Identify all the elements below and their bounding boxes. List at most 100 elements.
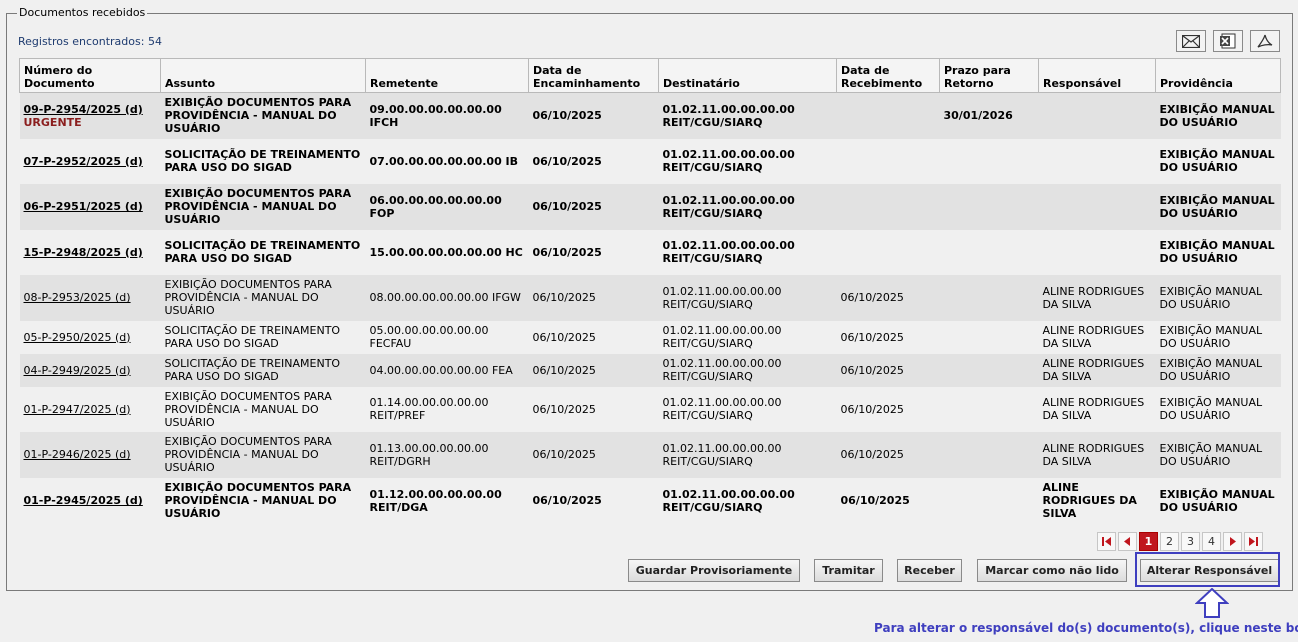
doc-number-link[interactable]: 05-P-2950/2025 (d) bbox=[24, 331, 131, 344]
table-row[interactable]: 01-P-2947/2025 (d) EXIBIÇÃO DOCUMENTOS PA… bbox=[19, 386, 1281, 432]
doc-number-link[interactable]: 15-P-2948/2025 (d) bbox=[24, 246, 143, 259]
recipient-cell: 01.02.11.00.00.00.00 REIT/CGU/SIARQ bbox=[658, 138, 837, 184]
action-cell: EXIBIÇÃO MANUAL DO USUÁRIO bbox=[1155, 229, 1281, 275]
doc-number-link[interactable]: 08-P-2953/2025 (d) bbox=[24, 291, 131, 304]
table-row[interactable]: 09-P-2954/2025 (d) URGENTE EXIBIÇÃO DOCUME… bbox=[19, 92, 1281, 139]
email-icon bbox=[1182, 34, 1200, 48]
col-header[interactable]: Data de Recebimento bbox=[836, 58, 940, 93]
doc-number-cell: 07-P-2952/2025 (d) bbox=[19, 138, 161, 184]
action-cell: EXIBIÇÃO MANUAL DO USUÁRIO bbox=[1155, 431, 1281, 478]
table-row[interactable]: 06-P-2951/2025 (d) EXIBIÇÃO DOCUMENTOS PA… bbox=[19, 183, 1281, 230]
table-row[interactable]: 07-P-2952/2025 (d) SOLICITAÇÃO DE TREINAM… bbox=[19, 138, 1281, 184]
forward-button[interactable]: Tramitar bbox=[814, 559, 883, 582]
action-cell: EXIBIÇÃO MANUAL DO USUÁRIO bbox=[1155, 353, 1281, 387]
deadline-cell bbox=[939, 320, 1039, 354]
recipient-cell: 01.02.11.00.00.00.00 REIT/CGU/SIARQ bbox=[658, 92, 837, 139]
last-page-icon[interactable] bbox=[1244, 532, 1263, 551]
page-link[interactable]: 4 bbox=[1202, 532, 1221, 551]
received-date-cell: 06/10/2025 bbox=[836, 477, 940, 524]
next-page-icon[interactable] bbox=[1223, 532, 1242, 551]
forward-date-cell: 06/10/2025 bbox=[528, 353, 659, 387]
doc-number-link[interactable]: 01-P-2946/2025 (d) bbox=[24, 448, 131, 461]
subject-cell: EXIBIÇÃO DOCUMENTOS PARA PROVIDÊNCIA - M… bbox=[160, 274, 366, 321]
deadline-cell: 30/01/2026 bbox=[939, 92, 1039, 139]
action-cell: EXIBIÇÃO MANUAL DO USUÁRIO bbox=[1155, 386, 1281, 432]
page-link[interactable]: 1 bbox=[1139, 532, 1158, 551]
sender-cell: 15.00.00.00.00.00.00 HC bbox=[365, 229, 529, 275]
table-row[interactable]: 15-P-2948/2025 (d) SOLICITAÇÃO DE TREINAM… bbox=[19, 229, 1281, 275]
subject-cell: SOLICITAÇÃO DE TREINAMENTO PARA USO DO S… bbox=[160, 138, 366, 184]
col-header[interactable]: Número do Documento bbox=[19, 58, 161, 93]
doc-number-cell: 01-P-2946/2025 (d) bbox=[19, 431, 161, 478]
page-link[interactable]: 3 bbox=[1181, 532, 1200, 551]
save-draft-button[interactable]: Guardar Provisoriamente bbox=[628, 559, 800, 582]
forward-date-cell: 06/10/2025 bbox=[528, 229, 659, 275]
table-row[interactable]: 01-P-2945/2025 (d) EXIBIÇÃO DOCUMENTOS PA… bbox=[19, 477, 1281, 524]
col-header[interactable]: Assunto bbox=[160, 58, 366, 93]
receive-button[interactable]: Receber bbox=[897, 559, 962, 582]
action-cell: EXIBIÇÃO MANUAL DO USUÁRIO bbox=[1155, 274, 1281, 321]
deadline-cell bbox=[939, 229, 1039, 275]
owner-cell: ALINE RODRIGUES DA SILVA bbox=[1038, 274, 1156, 321]
action-cell: EXIBIÇÃO MANUAL DO USUÁRIO bbox=[1155, 183, 1281, 230]
table-row[interactable]: 04-P-2949/2025 (d) SOLICITAÇÃO DE TREINAM… bbox=[19, 353, 1281, 387]
owner-cell bbox=[1038, 183, 1156, 230]
forward-date-cell: 06/10/2025 bbox=[528, 92, 659, 139]
owner-cell bbox=[1038, 229, 1156, 275]
documents-fieldset: Documentos recebidos Registros encontrad… bbox=[6, 6, 1293, 591]
col-header[interactable]: Providência bbox=[1155, 58, 1281, 93]
forward-date-cell: 06/10/2025 bbox=[528, 274, 659, 321]
received-date-cell: 06/10/2025 bbox=[836, 320, 940, 354]
owner-cell bbox=[1038, 92, 1156, 139]
deadline-cell bbox=[939, 183, 1039, 230]
prev-page-icon[interactable] bbox=[1118, 532, 1137, 551]
excel-icon bbox=[1220, 33, 1236, 49]
subject-cell: EXIBIÇÃO DOCUMENTOS PARA PROVIDÊNCIA - M… bbox=[160, 92, 366, 139]
doc-number-cell: 08-P-2953/2025 (d) bbox=[19, 274, 161, 321]
col-header[interactable]: Responsável bbox=[1038, 58, 1156, 93]
excel-export-button[interactable] bbox=[1213, 30, 1243, 52]
recipient-cell: 01.02.11.00.00.00.00 REIT/CGU/SIARQ bbox=[658, 386, 837, 432]
doc-number-link[interactable]: 09-P-2954/2025 (d) bbox=[24, 103, 143, 116]
table-row[interactable]: 08-P-2953/2025 (d) EXIBIÇÃO DOCUMENTOS PA… bbox=[19, 274, 1281, 321]
sender-cell: 09.00.00.00.00.00.00 IFCH bbox=[365, 92, 529, 139]
page-link[interactable]: 2 bbox=[1160, 532, 1179, 551]
received-date-cell: 06/10/2025 bbox=[836, 386, 940, 432]
subject-cell: SOLICITAÇÃO DE TREINAMENTO PARA USO DO S… bbox=[160, 229, 366, 275]
action-cell: EXIBIÇÃO MANUAL DO USUÁRIO bbox=[1155, 477, 1281, 524]
forward-date-cell: 06/10/2025 bbox=[528, 183, 659, 230]
action-cell: EXIBIÇÃO MANUAL DO USUÁRIO bbox=[1155, 138, 1281, 184]
col-header[interactable]: Remetente bbox=[365, 58, 529, 93]
table-header-row: Número do Documento Assunto Remetente Da… bbox=[19, 58, 1281, 93]
forward-date-cell: 06/10/2025 bbox=[528, 138, 659, 184]
pdf-export-button[interactable] bbox=[1250, 30, 1280, 52]
forward-date-cell: 06/10/2025 bbox=[528, 320, 659, 354]
doc-number-link[interactable]: 01-P-2947/2025 (d) bbox=[24, 403, 131, 416]
subject-cell: SOLICITAÇÃO DE TREINAMENTO PARA USO DO S… bbox=[160, 353, 366, 387]
col-header[interactable]: Data de Encaminhamento bbox=[528, 58, 659, 93]
forward-date-cell: 06/10/2025 bbox=[528, 386, 659, 432]
sender-cell: 01.14.00.00.00.00.00 REIT/PREF bbox=[365, 386, 529, 432]
received-date-cell bbox=[836, 183, 940, 230]
col-header[interactable]: Destinatário bbox=[658, 58, 837, 93]
email-export-button[interactable] bbox=[1176, 30, 1206, 52]
col-header[interactable]: Prazo para Retorno bbox=[939, 58, 1039, 93]
change-owner-highlight bbox=[1135, 552, 1280, 587]
table-row[interactable]: 01-P-2946/2025 (d) EXIBIÇÃO DOCUMENTOS PA… bbox=[19, 431, 1281, 478]
doc-number-link[interactable]: 07-P-2952/2025 (d) bbox=[24, 155, 143, 168]
subject-cell: EXIBIÇÃO DOCUMENTOS PARA PROVIDÊNCIA - M… bbox=[160, 431, 366, 478]
owner-cell: ALINE RODRIGUES DA SILVA bbox=[1038, 386, 1156, 432]
doc-number-link[interactable]: 04-P-2949/2025 (d) bbox=[24, 364, 131, 377]
doc-number-link[interactable]: 01-P-2945/2025 (d) bbox=[24, 494, 143, 507]
recipient-cell: 01.02.11.00.00.00.00 REIT/CGU/SIARQ bbox=[658, 353, 837, 387]
first-page-icon[interactable] bbox=[1097, 532, 1116, 551]
deadline-cell bbox=[939, 274, 1039, 321]
received-date-cell bbox=[836, 138, 940, 184]
doc-number-link[interactable]: 06-P-2951/2025 (d) bbox=[24, 200, 143, 213]
mark-unread-button[interactable]: Marcar como não lido bbox=[977, 559, 1127, 582]
table-row[interactable]: 05-P-2950/2025 (d) SOLICITAÇÃO DE TREINAM… bbox=[19, 320, 1281, 354]
fieldset-legend: Documentos recebidos bbox=[17, 6, 148, 19]
recipient-cell: 01.02.11.00.00.00.00 REIT/CGU/SIARQ bbox=[658, 229, 837, 275]
sender-cell: 01.13.00.00.00.00.00 REIT/DGRH bbox=[365, 431, 529, 478]
received-date-cell: 06/10/2025 bbox=[836, 274, 940, 321]
